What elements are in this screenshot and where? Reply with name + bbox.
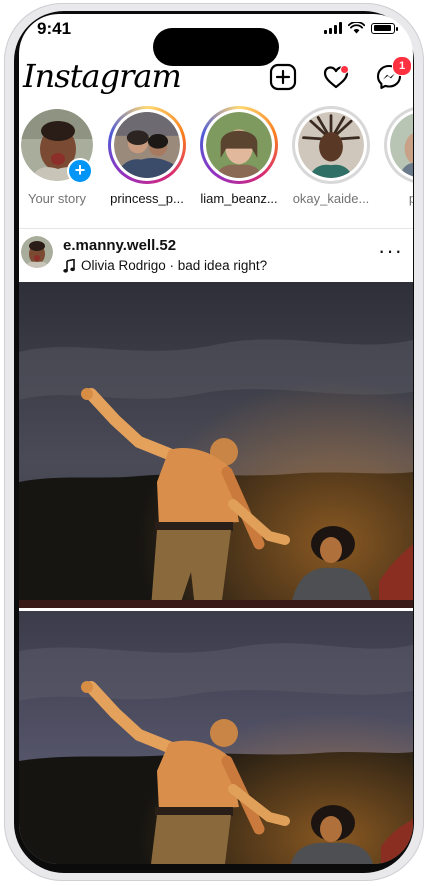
status-icons (324, 22, 398, 34)
avatar-image (206, 112, 272, 178)
message-count-badge: 1 (392, 56, 412, 76)
ellipsis-icon: ··· (378, 238, 403, 263)
post-username[interactable]: e.manny.well.52 (63, 237, 176, 254)
music-note-icon (63, 258, 75, 273)
avatar-image (21, 236, 53, 268)
story-label: princess_p... (110, 191, 184, 206)
battery-icon (371, 22, 398, 34)
post-photo (19, 611, 413, 864)
story-label: pia... (408, 191, 413, 206)
add-story-button[interactable]: + (67, 158, 93, 184)
post-header: e.manny.well.52 Olivia Rodrigo · bad ide… (19, 232, 413, 282)
plus-square-icon (269, 63, 297, 91)
post-media[interactable] (19, 611, 413, 864)
status-bar: 9:41 (19, 14, 413, 66)
story-item-liam[interactable]: liam_beanz... (197, 106, 281, 206)
story-ring-unseen (108, 106, 186, 184)
app-screen: 9:41 Instagram 1 + Your story princess_p… (19, 14, 413, 864)
post-photo (19, 282, 413, 608)
more-options-button[interactable]: ··· (378, 240, 403, 262)
story-label: okay_kaide... (292, 191, 370, 206)
avatar-image (114, 112, 180, 178)
post-media[interactable] (19, 282, 413, 608)
stories-divider (19, 228, 413, 229)
messenger-button[interactable]: 1 (374, 56, 412, 92)
story-label: liam_beanz... (200, 191, 278, 206)
story-label: Your story (27, 191, 87, 206)
top-app-bar: Instagram 1 (19, 56, 413, 106)
avatar-image (390, 112, 413, 178)
stories-tray[interactable]: + Your story princess_p... liam_beanz...… (19, 106, 413, 228)
story-ring-unseen (200, 106, 278, 184)
cellular-signal-icon (324, 22, 342, 34)
instagram-logo[interactable]: Instagram (23, 57, 182, 95)
story-ring-seen (292, 106, 370, 184)
notification-dot (340, 65, 349, 74)
story-ring-seen (384, 106, 413, 184)
story-item-your-story[interactable]: + Your story (19, 106, 99, 206)
post-song-title: Olivia Rodrigo · bad idea right? (81, 258, 268, 273)
story-item-princess[interactable]: princess_p... (105, 106, 189, 206)
story-item-okay-kaide[interactable]: okay_kaide... (289, 106, 373, 206)
notifications-button[interactable] (321, 62, 351, 92)
post-audio[interactable]: Olivia Rodrigo · bad idea right? (63, 258, 267, 273)
create-post-button[interactable] (268, 62, 298, 92)
post-author-avatar[interactable] (21, 236, 53, 268)
wifi-icon (348, 22, 365, 34)
avatar-image (298, 112, 364, 178)
status-time: 9:41 (37, 19, 72, 38)
story-item-pia[interactable]: pia... (381, 106, 413, 206)
